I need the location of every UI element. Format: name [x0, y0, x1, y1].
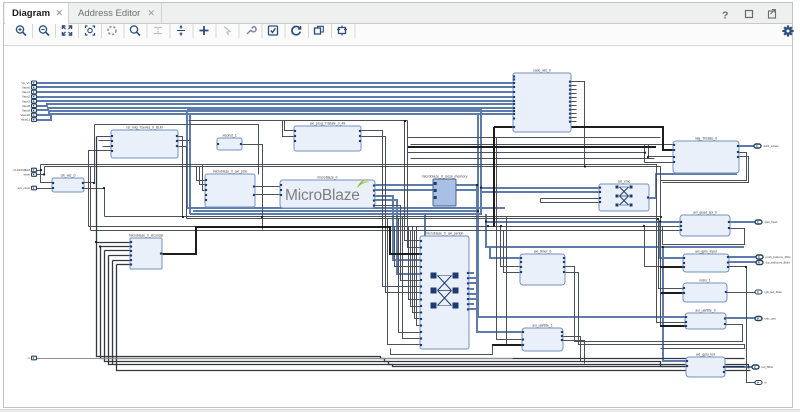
- svg-text:Vaux9: Vaux9: [22, 109, 30, 113]
- svg-text:sys_clock: sys_clock: [17, 186, 30, 190]
- svg-text:clk_wiz_0: clk_wiz_0: [61, 174, 76, 178]
- svg-text:microblaze_0_local_memory: microblaze_0_local_memory: [422, 175, 468, 179]
- svg-text:rx: rx: [28, 356, 31, 360]
- svg-text:tx: tx: [765, 381, 768, 385]
- svg-text:microblaze_0: microblaze_0: [317, 176, 337, 180]
- svg-text:axi_smc: axi_smc: [618, 180, 631, 184]
- svg-text:axi_gpio_input: axi_gpio_input: [695, 250, 717, 254]
- svg-text:xadc_wiz_0: xadc_wiz_0: [533, 69, 551, 73]
- svg-text:CLK100MHZ: CLK100MHZ: [13, 168, 30, 172]
- svg-text:Vaux0: Vaux0: [22, 86, 30, 90]
- svg-text:push_buttons_4bits: push_buttons_4bits: [766, 255, 792, 259]
- svg-text:axi_gpio_led: axi_gpio_led: [696, 353, 715, 357]
- svg-text:mdm_1: mdm_1: [699, 279, 710, 283]
- svg-text:Vaux2: Vaux2: [22, 95, 30, 99]
- svg-text:MicroBlaze: MicroBlaze: [285, 187, 360, 204]
- svg-text:qspi_flash: qspi_flash: [765, 220, 778, 224]
- svg-text:Vaux1: Vaux1: [22, 90, 30, 94]
- svg-text:Vaux3: Vaux3: [22, 99, 30, 103]
- svg-text:axi_quad_spi_0: axi_quad_spi_0: [693, 211, 717, 215]
- svg-text:dip_switches_8bits: dip_switches_8bits: [766, 261, 791, 265]
- svg-text:microblaze_0_axi_pcio: microblaze_0_axi_pcio: [213, 170, 248, 174]
- svg-text:xlconst_1: xlconst_1: [222, 134, 236, 138]
- svg-text:rgb_led_6bits: rgb_led_6bits: [765, 290, 783, 294]
- svg-text:axi_prog_Tristate_0_49: axi_prog_Tristate_0_49: [310, 122, 346, 126]
- svg-text:axi_uartlite_1: axi_uartlite_1: [532, 324, 552, 328]
- svg-text:microblaze_0_xlconcat: microblaze_0_xlconcat: [129, 234, 164, 238]
- svg-text:ddr2_sdram: ddr2_sdram: [764, 144, 780, 148]
- svg-text:microblaze_0_axi_periph: microblaze_0_axi_periph: [426, 232, 464, 236]
- svg-text:Vaux8: Vaux8: [22, 104, 30, 108]
- svg-text:rst_mig_7series_0_81M: rst_mig_7series_0_81M: [126, 126, 162, 130]
- svg-text:reset: reset: [24, 173, 31, 177]
- svg-text:usb_uart: usb_uart: [765, 317, 776, 321]
- svg-text:Vp_Vn: Vp_Vn: [21, 81, 30, 85]
- svg-text:led_8bits: led_8bits: [762, 365, 774, 369]
- svg-text:axi_timer_0: axi_timer_0: [534, 250, 552, 254]
- svg-text:Vaux11: Vaux11: [21, 118, 31, 122]
- svg-text:mig_Tristate_0: mig_Tristate_0: [695, 137, 717, 141]
- svg-text:Vaux10: Vaux10: [20, 113, 30, 117]
- svg-text:axi_uartlite_0: axi_uartlite_0: [695, 309, 715, 313]
